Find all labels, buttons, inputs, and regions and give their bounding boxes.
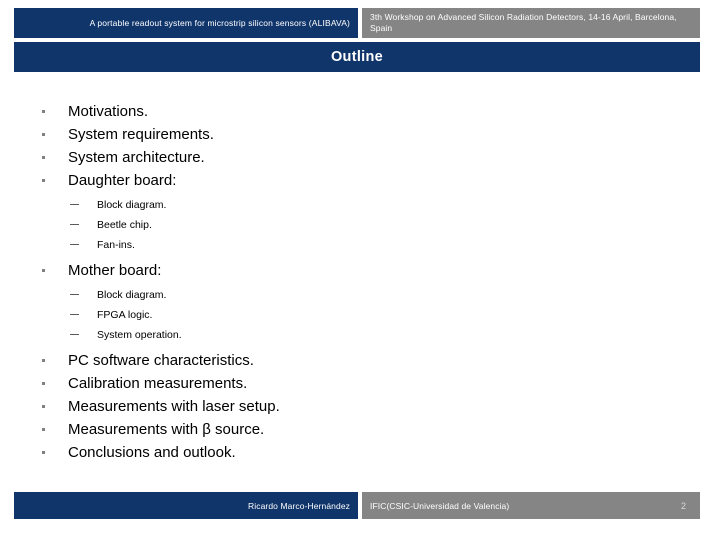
outline-subitem-label: Block diagram. (97, 199, 167, 211)
bullet-dash-icon (70, 314, 79, 315)
outline-subitem: System operation. (0, 325, 720, 345)
footer-institution: IFIC(CSIC-Universidad de Valencia) (370, 500, 510, 511)
outline-item: System requirements. (0, 123, 720, 146)
outline-subitem-label: FPGA logic. (97, 309, 153, 321)
outline-subitem: Block diagram. (0, 285, 720, 305)
bullet-square-icon (42, 269, 45, 272)
outline-item-label: Conclusions and outlook. (68, 444, 236, 461)
outline-subitem: Block diagram. (0, 195, 720, 215)
slide-title-banner: Outline (14, 42, 700, 72)
outline-item-label: System requirements. (68, 126, 214, 143)
outline-sublist: Block diagram. Beetle chip. Fan-ins. (0, 195, 720, 255)
outline-subitem-label: System operation. (97, 329, 182, 341)
bullet-square-icon (42, 428, 45, 431)
bullet-dash-icon (70, 204, 79, 205)
outline-item: PC software characteristics. (0, 349, 720, 372)
outline-item: Mother board: (0, 259, 720, 282)
outline-subitem-label: Block diagram. (97, 289, 167, 301)
outline-item-label: PC software characteristics. (68, 352, 254, 369)
outline-item: Conclusions and outlook. (0, 441, 720, 464)
bullet-square-icon (42, 451, 45, 454)
outline-item: Measurements with β source. (0, 418, 720, 441)
outline-subitem-label: Fan-ins. (97, 239, 135, 251)
outline-subitem-group: Block diagram. FPGA logic. System operatio… (0, 285, 720, 345)
slide-title: Outline (330, 49, 384, 65)
outline-subitem-group: Block diagram. Beetle chip. Fan-ins. (0, 195, 720, 255)
outline-item-label: Calibration measurements. (68, 375, 248, 392)
bullet-square-icon (42, 179, 45, 182)
outline-item-label: Mother board: (68, 262, 162, 279)
footer-author: Ricardo Marco-Hernández (248, 500, 350, 511)
outline-item: System architecture. (0, 146, 720, 169)
outline-item: Measurements with laser setup. (0, 395, 720, 418)
event-info: 3th Workshop on Advanced Silicon Radiati… (370, 11, 677, 33)
outline-item: Daughter board: (0, 169, 720, 192)
outline-subitem-label: Beetle chip. (97, 219, 152, 231)
outline-item-label: Daughter board: (68, 172, 177, 189)
slide-header: A portable readout system for microstrip… (14, 8, 700, 38)
bullet-dash-icon (70, 244, 79, 245)
outline-item-label: Measurements with laser setup. (68, 398, 280, 415)
outline-item-label: System architecture. (68, 149, 205, 166)
outline-subitem: Beetle chip. (0, 215, 720, 235)
event-info-block: 3th Workshop on Advanced Silicon Radiati… (362, 8, 700, 38)
bullet-square-icon (42, 133, 45, 136)
outline-list: Motivations. System requirements. System a… (0, 100, 720, 464)
slide-footer: Ricardo Marco-Hernández IFIC(CSIC-Univer… (14, 492, 700, 519)
bullet-square-icon (42, 110, 45, 113)
bullet-square-icon (42, 156, 45, 159)
outline-subitem: FPGA logic. (0, 305, 720, 325)
footer-author-block: Ricardo Marco-Hernández (14, 492, 358, 519)
bullet-square-icon (42, 382, 45, 385)
outline-content: Motivations. System requirements. System a… (0, 100, 720, 464)
bullet-dash-icon (70, 334, 79, 335)
outline-subitem: Fan-ins. (0, 235, 720, 255)
bullet-dash-icon (70, 224, 79, 225)
page-number: 2 (680, 500, 686, 511)
footer-institution-block: IFIC(CSIC-Universidad de Valencia) 2 (362, 492, 700, 519)
presentation-title: A portable readout system for microstrip… (89, 17, 350, 28)
outline-sublist: Block diagram. FPGA logic. System operatio… (0, 285, 720, 345)
outline-item-label: Motivations. (68, 103, 149, 120)
bullet-square-icon (42, 405, 45, 408)
outline-item-label: Measurements with β source. (68, 421, 265, 438)
presentation-title-block: A portable readout system for microstrip… (14, 8, 358, 38)
bullet-dash-icon (70, 294, 79, 295)
bullet-square-icon (42, 359, 45, 362)
outline-item: Motivations. (0, 100, 720, 123)
outline-item: Calibration measurements. (0, 372, 720, 395)
